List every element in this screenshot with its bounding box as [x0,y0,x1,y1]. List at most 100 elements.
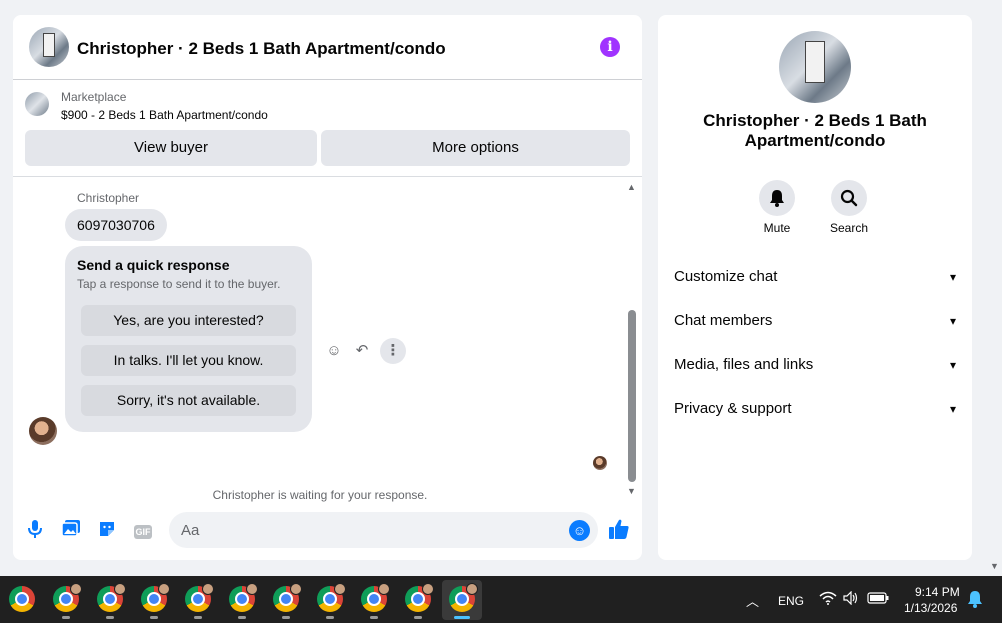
listing-source: Marketplace [61,90,127,104]
sender-name: Christopher [77,191,140,205]
view-buyer-button[interactable]: View buyer [25,130,317,166]
chevron-down-icon: ▾ [949,270,956,284]
chrome-profile-icon[interactable] [229,583,258,612]
marketplace-listing: Marketplace $900 - 2 Beds 1 Bath Apartme… [13,81,642,177]
info-icon[interactable]: i [600,37,620,57]
message-input[interactable] [169,512,598,548]
section-label: Privacy & support [674,400,792,417]
section-label: Chat members [674,312,773,329]
gif-icon[interactable]: GIF [131,519,155,543]
taskbar: ︿ ENG 9:14 PM 1/13/2026 [0,576,1002,623]
profile-badge [422,583,434,595]
running-indicator [414,616,422,619]
message-actions: ☺ ↶ ⋮ [321,338,406,366]
clock-time[interactable]: 9:14 PM [915,585,960,599]
profile-badge [246,583,258,595]
profile-badge [158,583,170,595]
message-composer: GIF ☺ [13,509,642,557]
profile-badge [70,583,82,595]
message-bubble[interactable]: 6097030706 [65,209,167,241]
scroll-up-icon[interactable]: ▲ [627,182,636,192]
search-button[interactable] [831,180,867,216]
profile-badge [202,583,214,595]
sticker-icon[interactable] [95,519,119,543]
more-options-button[interactable]: More options [321,130,630,166]
profile-name: Christopher · 2 Beds 1 Bath Apartment/co… [703,111,927,150]
quick-response-title: Send a quick response [77,257,230,273]
active-indicator [454,616,470,619]
chevron-down-icon: ▾ [949,358,956,372]
chrome-profile-icon-active[interactable] [449,583,478,612]
running-indicator [282,616,290,619]
conversation-title[interactable]: Christopher · 2 Beds 1 Bath Apartment/co… [77,39,446,59]
microphone-icon[interactable] [23,519,47,543]
profile-badge [466,583,478,595]
quick-response-subtitle: Tap a response to send it to the buyer. [77,277,281,291]
section-customize-chat[interactable]: Customize chat ▾ [674,265,956,289]
seen-indicator-avatar [593,456,607,470]
notification-bell-icon[interactable] [967,590,983,611]
chat-panel: Christopher · 2 Beds 1 Bath Apartment/co… [13,15,642,560]
chrome-icon[interactable] [9,586,35,612]
page-scroll-down-icon[interactable]: ▼ [990,561,999,571]
chrome-profile-icon[interactable] [185,583,214,612]
running-indicator [326,616,334,619]
profile-badge [334,583,346,595]
profile-badge [290,583,302,595]
running-indicator [106,616,114,619]
mute-button[interactable] [759,180,795,216]
listing-thumbnail[interactable] [25,92,49,116]
message-scrollbar[interactable]: ▲ ▼ [626,180,638,500]
wifi-icon[interactable] [819,591,837,608]
profile-badge [378,583,390,595]
chrome-profile-icon[interactable] [97,583,126,612]
message-list: Christopher 6097030706 Send a quick resp… [13,178,642,508]
chrome-profile-icon[interactable] [273,583,302,612]
emoji-icon[interactable]: ☺ [569,520,590,541]
thumbs-up-icon[interactable] [607,518,631,542]
chrome-profile-icon[interactable] [361,583,390,612]
language-indicator[interactable]: ENG [778,594,804,608]
conversation-info-panel: Christopher · 2 Beds 1 Bath Apartment/co… [658,15,972,560]
battery-icon[interactable] [867,591,889,607]
mute-label: Mute [763,221,791,235]
more-actions-icon[interactable]: ⋮ [380,338,406,364]
section-media-files-links[interactable]: Media, files and links ▾ [674,353,956,377]
scroll-thumb[interactable] [628,310,636,482]
section-label: Media, files and links [674,356,814,373]
search-label: Search [829,221,869,235]
chrome-profile-icon[interactable] [53,583,82,612]
chevron-up-icon[interactable]: ︿ [746,591,759,610]
running-indicator [238,616,246,619]
running-indicator [150,616,158,619]
scroll-down-icon[interactable]: ▼ [627,486,636,496]
chevron-down-icon: ▾ [949,314,956,328]
section-label: Customize chat [674,268,778,285]
quick-response-card: Send a quick response Tap a response to … [65,246,312,432]
quick-response-button[interactable]: Sorry, it's not available. [81,385,296,416]
running-indicator [194,616,202,619]
quick-response-button[interactable]: Yes, are you interested? [81,305,296,336]
quick-response-button[interactable]: In talks. I'll let you know. [81,345,296,376]
running-indicator [370,616,378,619]
chevron-down-icon: ▾ [949,402,956,416]
volume-icon[interactable] [843,590,859,608]
chat-header: Christopher · 2 Beds 1 Bath Apartment/co… [13,15,642,80]
waiting-status: Christopher is waiting for your response… [212,488,428,502]
profile-avatar[interactable] [779,31,851,103]
react-icon[interactable]: ☺ [321,338,347,364]
sender-avatar[interactable] [29,417,57,445]
gif-label: GIF [134,524,152,539]
listing-description[interactable]: $900 - 2 Beds 1 Bath Apartment/condo [61,108,268,122]
image-icon[interactable] [59,519,83,543]
section-privacy-support[interactable]: Privacy & support ▾ [674,397,956,421]
section-chat-members[interactable]: Chat members ▾ [674,309,956,333]
reply-icon[interactable]: ↶ [349,338,375,364]
chrome-profile-icon[interactable] [141,583,170,612]
chrome-profile-icon[interactable] [405,583,434,612]
clock-date[interactable]: 1/13/2026 [904,601,957,615]
running-indicator [62,616,70,619]
chrome-profile-icon[interactable] [317,583,346,612]
profile-badge [114,583,126,595]
conversation-avatar[interactable] [29,27,69,67]
